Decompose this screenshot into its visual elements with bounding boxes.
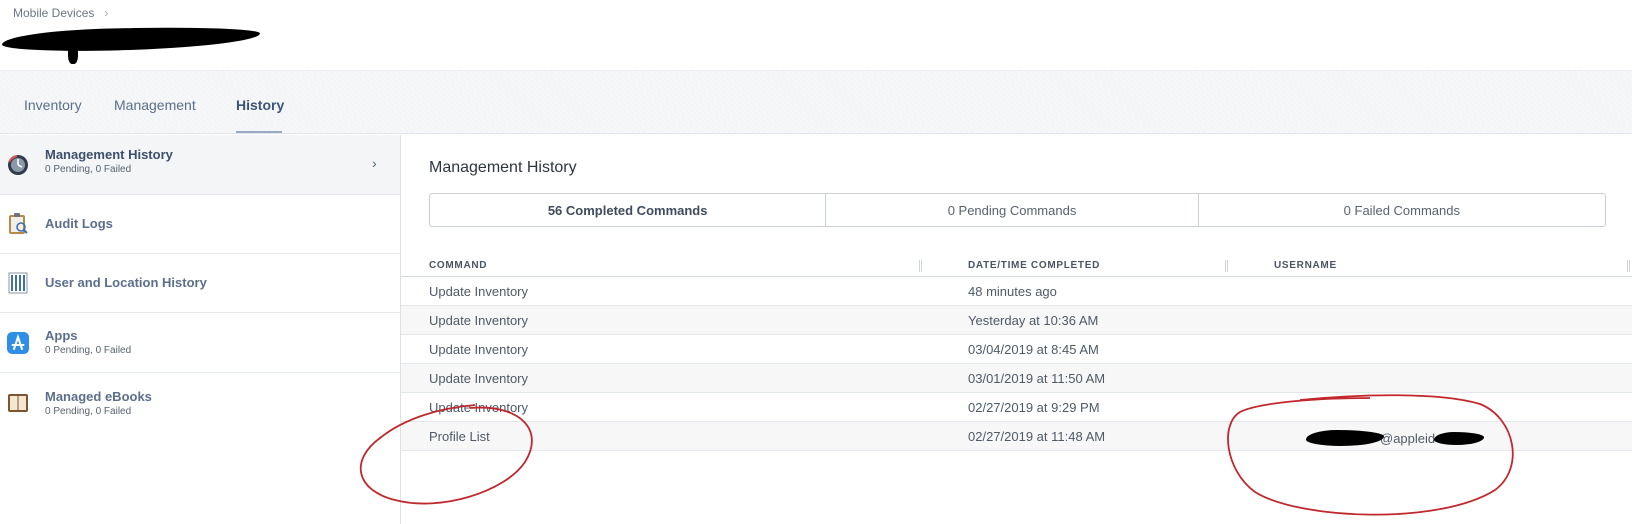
table-row[interactable]: Update Inventory 02/27/2019 at 9:29 PM — [401, 393, 1632, 422]
page-header: Mobile Devices › — [0, 0, 1632, 70]
device-name-redaction-tail — [68, 44, 78, 64]
segment-failed-commands[interactable]: 0 Failed Commands — [1199, 194, 1605, 226]
command-cell: Update Inventory — [429, 284, 529, 299]
column-resize-handle[interactable] — [919, 260, 922, 272]
building-icon — [6, 271, 30, 295]
table-row[interactable]: Update Inventory Yesterday at 10:36 AM — [401, 306, 1632, 335]
clipboard-search-icon — [6, 212, 30, 236]
breadcrumb-separator-icon: › — [104, 6, 109, 20]
table-row[interactable]: Update Inventory 03/04/2019 at 8:45 AM — [401, 335, 1632, 364]
active-tab-indicator — [236, 131, 282, 133]
breadcrumb-mobile-devices[interactable]: Mobile Devices — [13, 6, 94, 20]
table-row[interactable]: Update Inventory 03/01/2019 at 11:50 AM — [401, 364, 1632, 393]
command-cell: Update Inventory — [429, 371, 529, 386]
sidebar-item-status: 0 Pending, 0 Failed — [45, 164, 132, 175]
sidebar-item-audit-logs[interactable]: Audit Logs — [0, 195, 400, 254]
sidebar-item-management-history[interactable]: Management History 0 Pending, 0 Failed › — [0, 135, 400, 195]
segment-completed-commands[interactable]: 56 Completed Commands — [430, 194, 827, 226]
username-value: @appleid — [1380, 431, 1436, 446]
column-header-username[interactable]: USERNAME — [1274, 260, 1337, 271]
tab-management[interactable]: Management — [114, 97, 196, 113]
sidebar-item-apps[interactable]: Apps 0 Pending, 0 Failed — [0, 313, 400, 373]
username-cell: @appleid — [1306, 428, 1486, 450]
datetime-cell: 02/27/2019 at 11:48 AM — [968, 429, 1106, 444]
table-row[interactable]: Update Inventory 48 minutes ago — [401, 277, 1632, 306]
breadcrumb: Mobile Devices › — [13, 6, 108, 20]
partial-cell: ▁▁▁▁▁▁▁▁▁▁▁ — [968, 457, 1078, 465]
datetime-cell: Yesterday at 10:36 AM — [968, 313, 1099, 328]
sidebar-item-managed-ebooks[interactable]: Managed eBooks 0 Pending, 0 Failed — [0, 373, 400, 433]
sidebar-item-status: 0 Pending, 0 Failed — [45, 406, 132, 417]
datetime-cell: 02/27/2019 at 9:29 PM — [968, 400, 1100, 415]
tab-inventory[interactable]: Inventory — [24, 97, 82, 113]
datetime-cell: 03/04/2019 at 8:45 AM — [968, 342, 1099, 357]
app-store-icon — [6, 331, 30, 355]
command-cell: Profile List — [429, 429, 490, 444]
device-name-redaction — [1, 24, 261, 54]
sidebar-item-label: User and Location History — [45, 275, 207, 290]
username-redaction — [1306, 430, 1384, 446]
clock-globe-icon — [6, 153, 30, 177]
column-header-datetime[interactable]: DATE/TIME COMPLETED — [968, 260, 1100, 271]
column-header-command[interactable]: COMMAND — [429, 260, 487, 271]
datetime-cell: 03/01/2019 at 11:50 AM — [968, 371, 1106, 386]
sidebar-item-label: Apps — [45, 328, 78, 343]
chevron-right-icon: › — [372, 155, 377, 171]
sidebar-item-label: Management History — [45, 147, 173, 162]
sidebar-item-label: Audit Logs — [45, 216, 113, 231]
command-cell: Update Inventory — [429, 400, 529, 415]
tab-history[interactable]: History — [236, 97, 284, 113]
book-icon — [6, 391, 30, 415]
segment-pending-commands[interactable]: 0 Pending Commands — [826, 194, 1199, 226]
page-title: Management History — [429, 159, 577, 176]
column-resize-handle[interactable] — [1225, 260, 1228, 272]
command-cell: Update Inventory — [429, 313, 529, 328]
datetime-cell: 48 minutes ago — [968, 284, 1057, 299]
sidebar-item-label: Managed eBooks — [45, 389, 152, 404]
command-status-segmented-control: 56 Completed Commands 0 Pending Commands… — [429, 193, 1606, 227]
management-history-panel: Management History 56 Completed Commands… — [401, 135, 1632, 524]
history-sidebar: Management History 0 Pending, 0 Failed ›… — [0, 135, 401, 524]
username-redaction — [1434, 432, 1484, 445]
column-resize-handle[interactable] — [1627, 260, 1630, 272]
table-row-partial: ▁▁▁▁ ▁▁▁▁▁▁▁▁▁▁▁ — [401, 451, 1632, 465]
table-header: COMMAND DATE/TIME COMPLETED USERNAME — [401, 253, 1632, 277]
command-cell: Update Inventory — [429, 342, 529, 357]
sidebar-item-user-and-location-history[interactable]: User and Location History — [0, 254, 400, 313]
sidebar-item-status: 0 Pending, 0 Failed — [45, 345, 132, 356]
tab-bar: Inventory Management History — [0, 70, 1632, 134]
partial-cell: ▁▁▁▁ — [429, 457, 469, 465]
